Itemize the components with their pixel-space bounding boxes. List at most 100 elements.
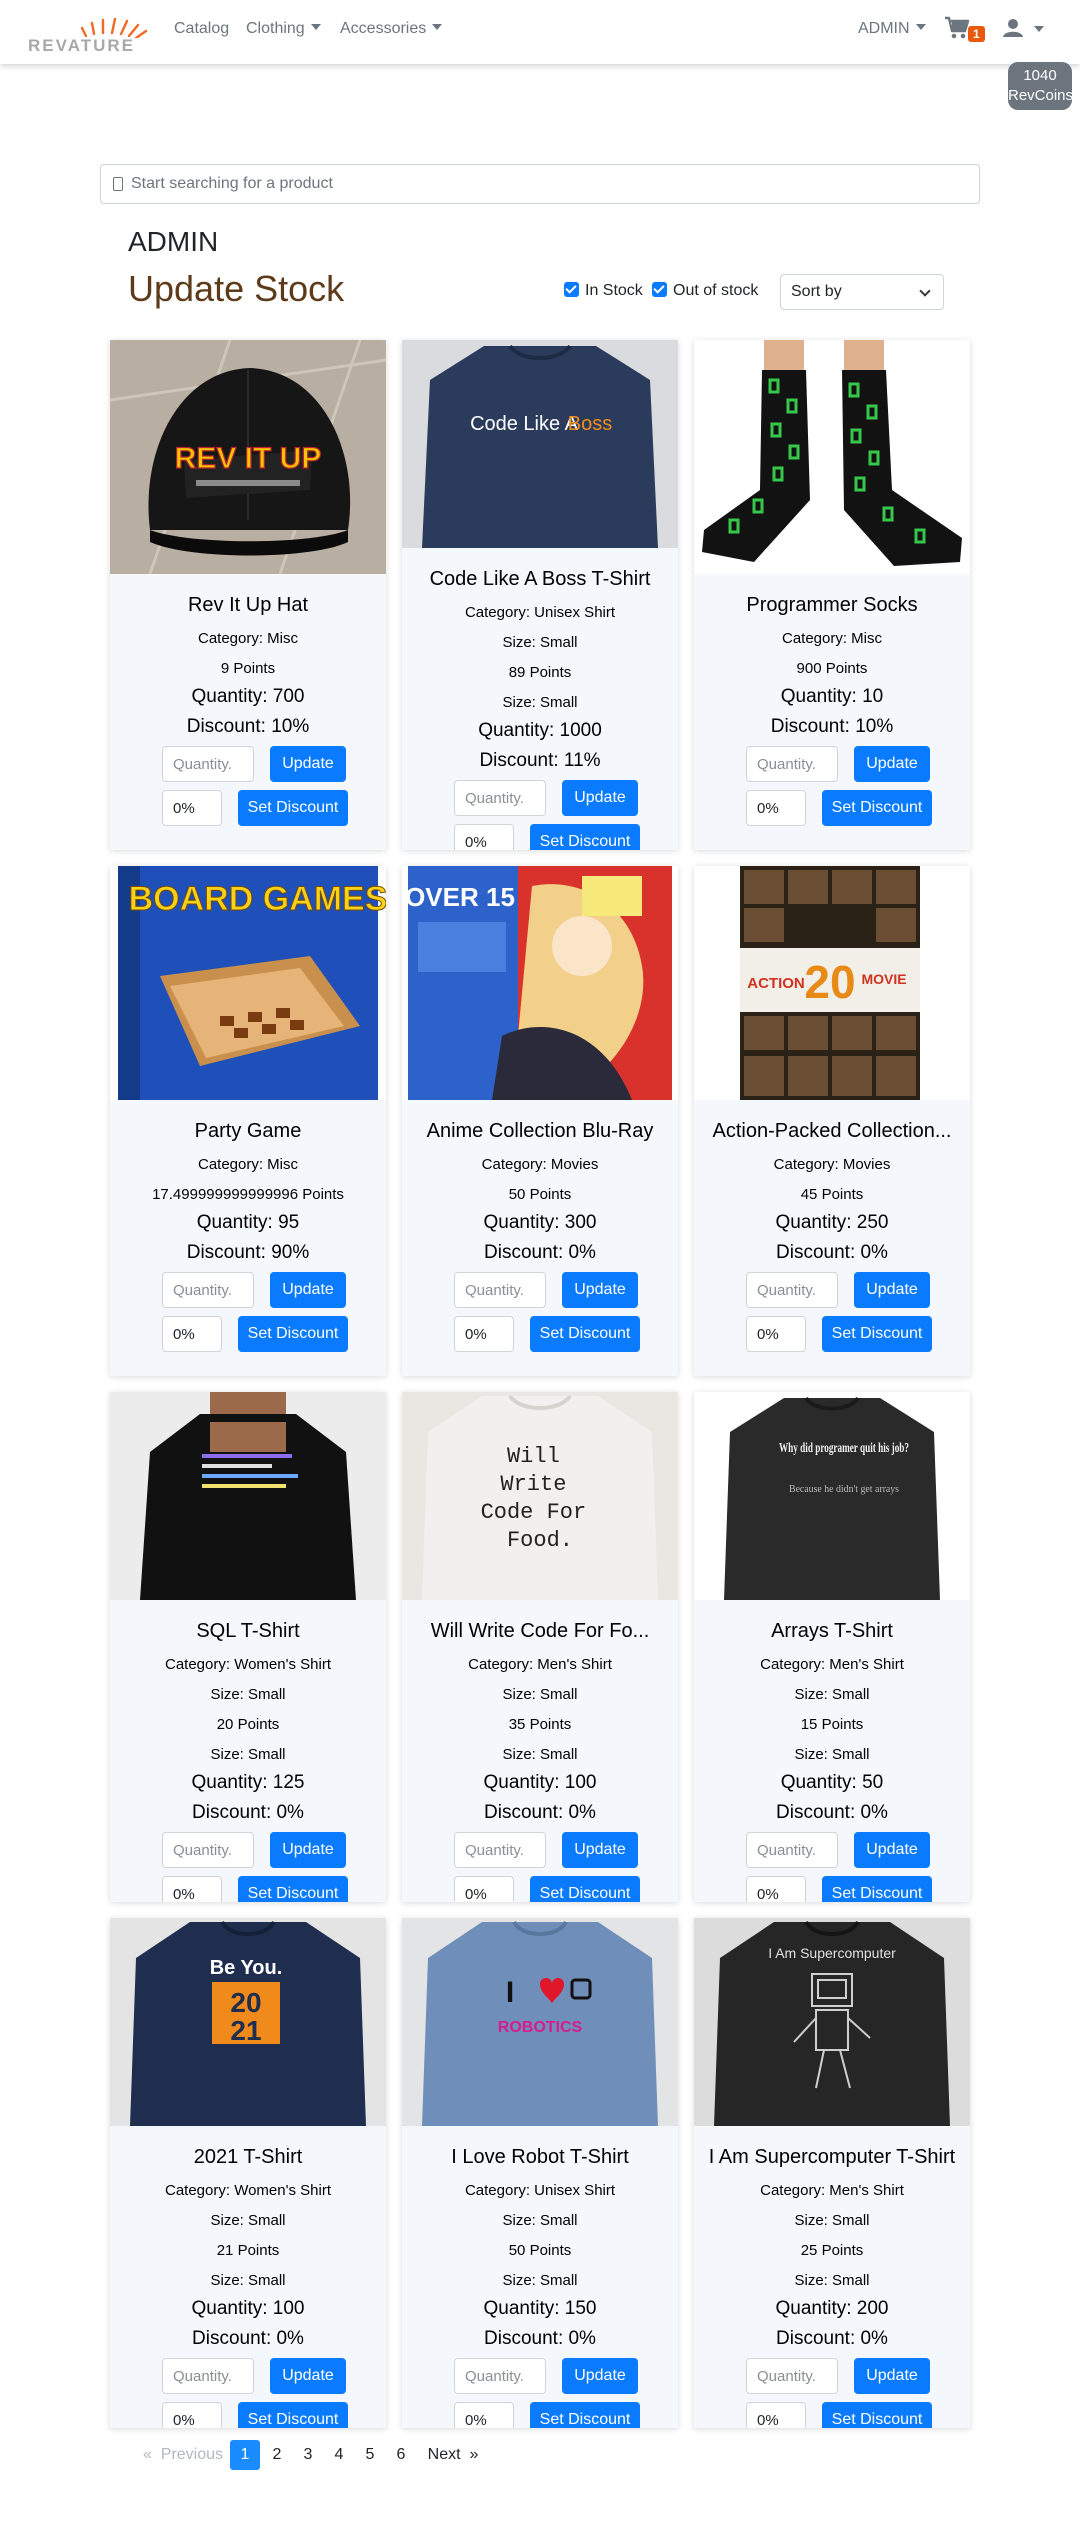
user-menu[interactable] (1002, 18, 1045, 43)
quantity-input[interactable] (454, 2358, 546, 2394)
quantity-input[interactable] (454, 1272, 546, 1308)
quantity-input[interactable] (746, 1832, 838, 1868)
blue-robot-shirt-image: I ROBOTICS (402, 1918, 678, 2126)
product-discount: Discount: 10% (186, 716, 310, 737)
product-size: Size: Small (502, 1746, 578, 1763)
quantity-input[interactable] (746, 2358, 838, 2394)
search-bar (100, 164, 980, 204)
quantity-input[interactable] (746, 1272, 838, 1308)
nav-catalog[interactable]: Catalog (174, 20, 229, 38)
discount-input[interactable] (162, 2402, 222, 2428)
discount-input[interactable] (162, 1316, 222, 1352)
quantity-input[interactable] (454, 1832, 546, 1868)
nav-clothing[interactable]: Clothing (246, 20, 321, 38)
pagination-next[interactable]: Next » (420, 2440, 486, 2470)
nav-accessories[interactable]: Accessories (340, 20, 443, 38)
set-discount-button[interactable]: Set Discount (238, 790, 348, 826)
sort-select[interactable]: Sort by (780, 274, 944, 310)
discount-input[interactable] (454, 1876, 514, 1902)
cap-logo-text: REV IT UP (175, 442, 322, 475)
discount-input[interactable] (162, 1876, 222, 1902)
pagination-page-4[interactable]: 4 (324, 2440, 354, 2470)
navy-shirt-code-like-a-boss-image: Code Like A Boss (402, 340, 678, 548)
discount-input[interactable] (746, 790, 806, 826)
set-discount-button[interactable]: Set Discount (530, 2402, 640, 2428)
quantity-input[interactable] (162, 746, 254, 782)
quantity-input[interactable] (162, 1272, 254, 1308)
update-button[interactable]: Update (854, 746, 930, 782)
product-image: I Am Supercomputer (694, 1918, 970, 2126)
update-button[interactable]: Update (270, 2358, 346, 2394)
cart-button[interactable]: 1 (944, 16, 985, 48)
pagination-page-2[interactable]: 2 (262, 2440, 292, 2470)
shirt-text-line: Write (500, 1472, 566, 1497)
product-discount: Discount: 11% (479, 750, 601, 771)
product-image: OVER 15 (402, 866, 678, 1100)
update-button[interactable]: Update (562, 1832, 638, 1868)
update-button[interactable]: Update (562, 780, 638, 816)
search-input[interactable] (131, 173, 961, 195)
product-discount: Discount: 0% (484, 2328, 596, 2349)
product-size: Size: Small (502, 1686, 578, 1703)
discount-input[interactable] (162, 790, 222, 826)
set-discount-button[interactable]: Set Discount (822, 1876, 932, 1902)
out-of-stock-checkbox[interactable]: Out of stock (652, 282, 758, 300)
set-discount-button[interactable]: Set Discount (822, 790, 932, 826)
pagination-page-3[interactable]: 3 (293, 2440, 323, 2470)
quantity-input[interactable] (746, 746, 838, 782)
pagination-page-1[interactable]: 1 (230, 2440, 260, 2470)
quantity-input[interactable] (162, 1832, 254, 1868)
update-button[interactable]: Update (562, 1272, 638, 1308)
set-discount-button[interactable]: Set Discount (822, 2402, 932, 2428)
discount-input[interactable] (454, 1316, 514, 1352)
nav-admin-menu[interactable]: ADMIN (858, 20, 926, 38)
product-quantity: Quantity: 700 (191, 686, 305, 707)
product-discount: Discount: 0% (776, 1802, 888, 1823)
set-discount-button[interactable]: Set Discount (530, 1316, 640, 1352)
set-discount-button[interactable]: Set Discount (238, 1876, 348, 1902)
product-discount: Discount: 0% (776, 2328, 888, 2349)
discount-input[interactable] (454, 2402, 514, 2428)
update-button[interactable]: Update (562, 2358, 638, 2394)
discount-input[interactable] (746, 1316, 806, 1352)
update-button[interactable]: Update (270, 1832, 346, 1868)
product-discount: Discount: 0% (776, 1242, 888, 1263)
product-name: I Am Supercomputer T-Shirt (708, 2146, 956, 2168)
product-card: SQL T-Shirt Category: Women's Shirt Size… (110, 1392, 386, 1902)
update-button[interactable]: Update (270, 746, 346, 782)
discount-input[interactable] (454, 824, 514, 850)
product-points: 35 Points (508, 1716, 572, 1733)
revature-logo[interactable]: REVATURE (28, 10, 154, 56)
set-discount-button[interactable]: Set Discount (530, 1876, 640, 1902)
in-stock-checkbox[interactable]: In Stock (564, 282, 643, 300)
set-discount-button[interactable]: Set Discount (238, 2402, 348, 2428)
product-category: Category: Men's Shirt (760, 1656, 904, 1673)
pagination-page-6[interactable]: 6 (386, 2440, 416, 2470)
quantity-input[interactable] (454, 780, 546, 816)
product-category: Category: Unisex Shirt (464, 604, 616, 621)
user-role-heading: ADMIN (128, 226, 219, 257)
discount-input[interactable] (746, 1876, 806, 1902)
set-discount-button[interactable]: Set Discount (238, 1316, 348, 1352)
product-points: 21 Points (216, 2242, 280, 2259)
green-binary-socks-image (694, 340, 970, 574)
update-button[interactable]: Update (854, 1272, 930, 1308)
update-button[interactable]: Update (854, 2358, 930, 2394)
product-points: 20 Points (216, 1716, 280, 1733)
product-name: Party Game (194, 1120, 302, 1142)
update-button[interactable]: Update (270, 1272, 346, 1308)
product-card: BOARD GAMES Party Game Category: Misc 17… (110, 866, 386, 1376)
discount-input[interactable] (746, 2402, 806, 2428)
checkbox-checked-icon (564, 282, 579, 297)
set-discount-button[interactable]: Set Discount (530, 824, 640, 850)
pagination-page-5[interactable]: 5 (355, 2440, 385, 2470)
nav-accessories-label: Accessories (340, 20, 427, 37)
pagination-previous[interactable]: « Previous (138, 2440, 228, 2470)
update-button[interactable]: Update (854, 1832, 930, 1868)
product-name: I Love Robot T-Shirt (451, 2146, 629, 2168)
quantity-input[interactable] (162, 2358, 254, 2394)
shirt-text: I Am Supercomputer (768, 1945, 896, 1961)
anime-bluray-cover-image: OVER 15 (402, 866, 678, 1100)
out-of-stock-label: Out of stock (673, 282, 759, 299)
set-discount-button[interactable]: Set Discount (822, 1316, 932, 1352)
